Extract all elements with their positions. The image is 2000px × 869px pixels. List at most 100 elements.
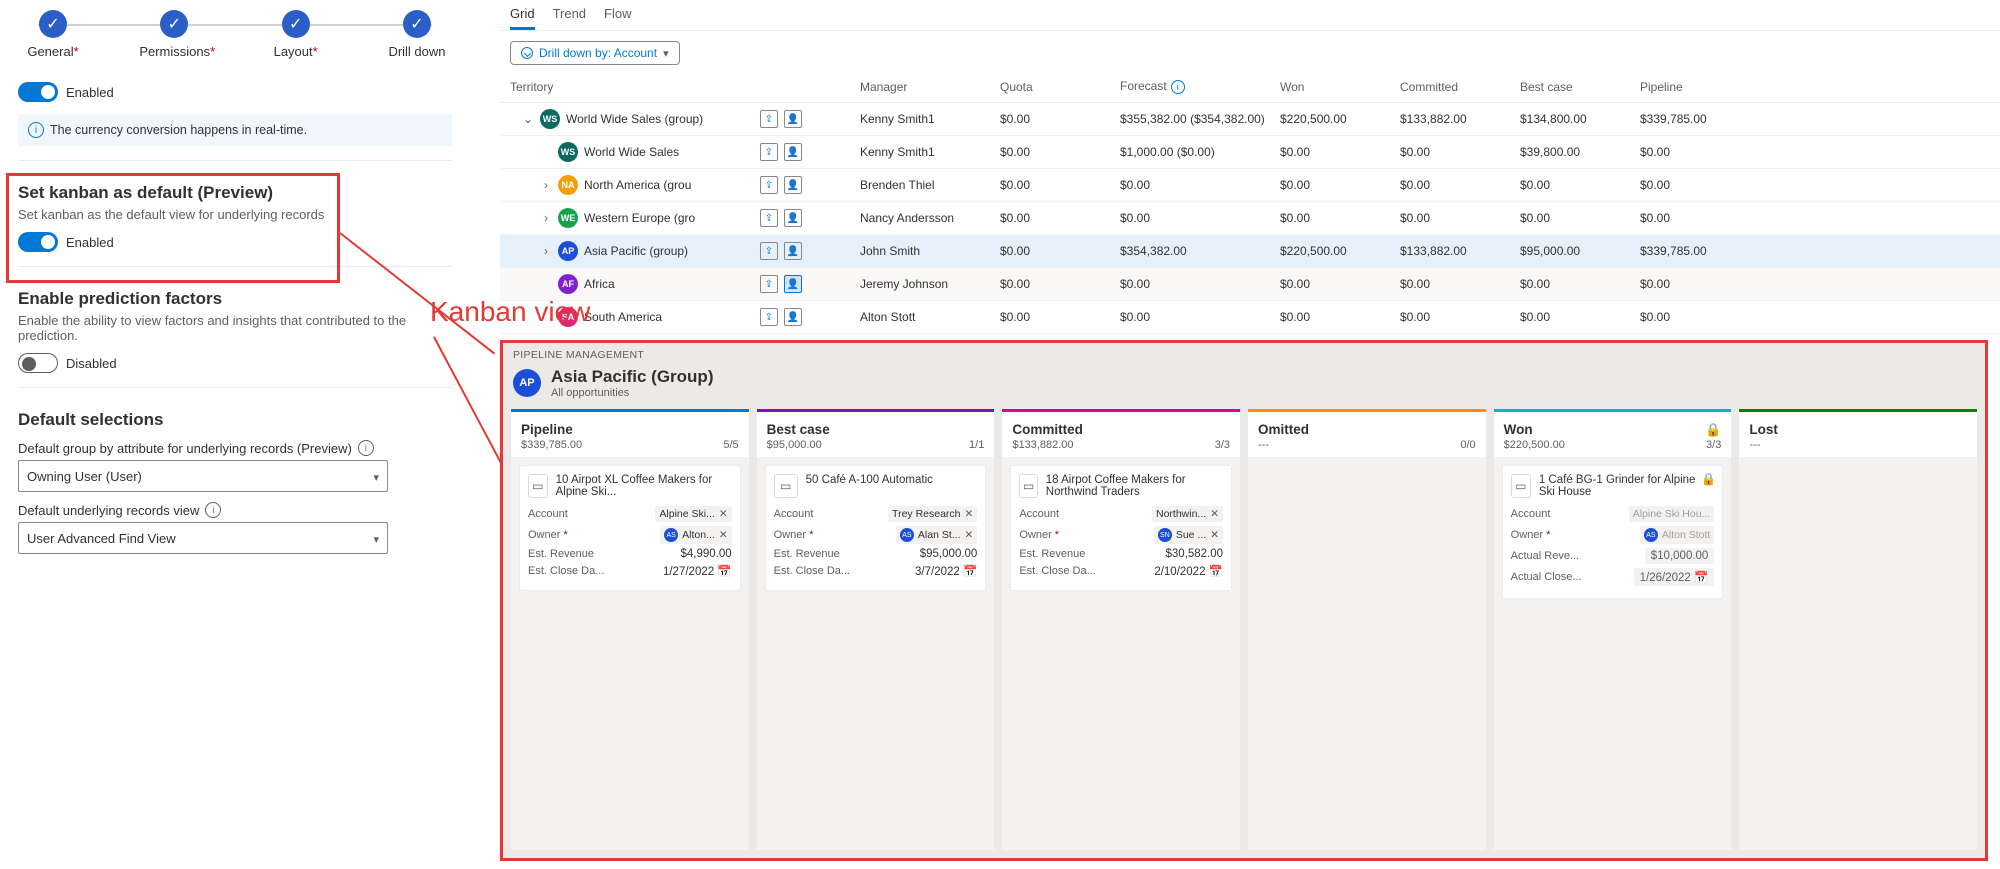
opportunity-icon: ▭ xyxy=(528,474,548,498)
committed-cell: $0.00 xyxy=(1400,145,1520,159)
remove-icon[interactable]: ✕ xyxy=(1210,508,1219,520)
tab-grid[interactable]: Grid xyxy=(510,6,535,30)
user-icon[interactable]: 👤 xyxy=(784,176,802,194)
share-icon[interactable]: ⇪ xyxy=(760,242,778,260)
drilldown-button[interactable]: Drill down by: Account xyxy=(510,41,680,65)
remove-icon[interactable]: ✕ xyxy=(965,508,974,520)
grid-row[interactable]: ›WEWestern Europe (gro⇪👤Nancy Andersson$… xyxy=(500,202,2000,235)
prediction-toggle[interactable] xyxy=(18,353,58,373)
committed-cell: $0.00 xyxy=(1400,277,1520,291)
user-icon[interactable]: 👤 xyxy=(784,275,802,293)
won-cell: $0.00 xyxy=(1280,178,1400,192)
manager-cell: Alton Stott xyxy=(860,310,1000,324)
remove-icon[interactable]: ✕ xyxy=(719,508,728,520)
close-value: 1/27/2022 📅 xyxy=(663,564,732,578)
info-icon[interactable]: i xyxy=(358,440,374,456)
info-icon[interactable]: i xyxy=(205,502,221,518)
expand-icon[interactable]: ⌄ xyxy=(522,112,534,126)
wizard-step-permissions[interactable]: ✓Permissions* xyxy=(139,10,209,68)
lane-body[interactable] xyxy=(1248,457,1486,850)
user-icon[interactable]: 👤 xyxy=(784,110,802,128)
settings-panel: ✓General* ✓Permissions* ✓Layout* ✓Drill dow… xyxy=(0,0,470,568)
manager-cell: Jeremy Johnson xyxy=(860,277,1000,291)
share-icon[interactable]: ⇪ xyxy=(760,209,778,227)
territory-name: Western Europe (gro xyxy=(584,211,695,225)
grid-row[interactable]: ⌄WSWorld Wide Sales (group)⇪👤Kenny Smith… xyxy=(500,103,2000,136)
kanban-card[interactable]: ▭18 Airpot Coffee Makers for Northwind T… xyxy=(1010,465,1232,591)
expand-icon[interactable] xyxy=(540,277,552,291)
lane-body[interactable]: ▭18 Airpot Coffee Makers for Northwind T… xyxy=(1002,457,1240,850)
remove-icon[interactable]: ✕ xyxy=(965,529,974,541)
records-view-dropdown[interactable]: User Advanced Find View xyxy=(18,522,388,554)
wizard-step-general[interactable]: ✓General* xyxy=(18,10,88,68)
kanban-card[interactable]: 🔒▭1 Café BG-1 Grinder for Alpine Ski Hou… xyxy=(1502,465,1724,599)
calendar-icon[interactable]: 📅 xyxy=(963,566,977,578)
kanban-card[interactable]: ▭10 Airpot XL Coffee Makers for Alpine S… xyxy=(519,465,741,591)
groupby-dropdown[interactable]: Owning User (User) xyxy=(18,460,388,492)
user-icon[interactable]: 👤 xyxy=(784,242,802,260)
territory-cell: ›WEWestern Europe (gro xyxy=(510,208,760,228)
remove-icon[interactable]: ✕ xyxy=(1210,529,1219,541)
bestcase-cell: $134,800.00 xyxy=(1520,112,1640,126)
kanban-default-title: Set kanban as default (Preview) xyxy=(18,183,452,203)
drilldown-icon xyxy=(521,47,533,59)
kanban-group-header: AP Asia Pacific (Group) All opportunitie… xyxy=(503,363,1985,409)
kanban-default-toggle[interactable] xyxy=(18,232,58,252)
owner-chip[interactable]: ASAlan St... ✕ xyxy=(896,526,977,544)
user-icon[interactable]: 👤 xyxy=(784,209,802,227)
expand-icon[interactable]: › xyxy=(540,244,552,258)
grid-row[interactable]: ›APAsia Pacific (group)⇪👤John Smith$0.00… xyxy=(500,235,2000,268)
tab-trend[interactable]: Trend xyxy=(553,6,586,30)
pipeline-cell: $0.00 xyxy=(1640,145,1760,159)
lane-body[interactable]: ▭50 Café A-100 AutomaticAccountTrey Rese… xyxy=(757,457,995,850)
grid-row[interactable]: ›NANorth America (grou⇪👤Brenden Thiel$0.… xyxy=(500,169,2000,202)
tab-flow[interactable]: Flow xyxy=(604,6,631,30)
avatar-icon: SN xyxy=(1158,528,1172,542)
wizard-step-layout[interactable]: ✓Layout* xyxy=(261,10,331,68)
chevron-down-icon xyxy=(663,46,669,60)
account-chip[interactable]: Northwin... ✕ xyxy=(1152,506,1223,522)
calendar-icon[interactable]: 📅 xyxy=(1209,566,1223,578)
owner-chip[interactable]: ASAlton... ✕ xyxy=(660,526,732,544)
quota-cell: $0.00 xyxy=(1000,277,1120,291)
owner-chip[interactable]: SNSue ... ✕ xyxy=(1154,526,1223,544)
lane-body[interactable] xyxy=(1739,457,1977,850)
share-icon[interactable]: ⇪ xyxy=(760,308,778,326)
info-icon[interactable]: i xyxy=(1171,80,1185,94)
kanban-group-name: Asia Pacific (Group) xyxy=(551,367,713,387)
col-header: Manager xyxy=(860,80,1000,94)
row-actions: ⇪👤 xyxy=(760,242,860,260)
bestcase-cell: $0.00 xyxy=(1520,211,1640,225)
grid-row[interactable]: WSWorld Wide Sales⇪👤Kenny Smith1$0.00$1,… xyxy=(500,136,2000,169)
grid-row[interactable]: SASouth America⇪👤Alton Stott$0.00$0.00$0… xyxy=(500,301,2000,334)
remove-icon[interactable]: ✕ xyxy=(719,529,728,541)
opportunity-icon: ▭ xyxy=(1511,474,1531,498)
calendar-icon[interactable]: 📅 xyxy=(717,566,731,578)
drilldown-label: Drill down by: Account xyxy=(539,46,657,60)
manager-cell: John Smith xyxy=(860,244,1000,258)
kanban-group-sub: All opportunities xyxy=(551,387,713,399)
check-icon: ✓ xyxy=(39,10,67,38)
wizard-step-drill-down[interactable]: ✓Drill down xyxy=(382,10,452,68)
account-chip[interactable]: Alpine Ski... ✕ xyxy=(655,506,731,522)
grid-row[interactable]: AFAfrica⇪👤Jeremy Johnson$0.00$0.00$0.00$… xyxy=(500,268,2000,301)
expand-icon[interactable]: › xyxy=(540,211,552,225)
kanban-panel-title: PIPELINE MANAGEMENT xyxy=(503,343,1985,363)
share-icon[interactable]: ⇪ xyxy=(760,176,778,194)
lane-name: Lost xyxy=(1749,422,1967,437)
prediction-label: Disabled xyxy=(66,356,117,371)
expand-icon[interactable]: › xyxy=(540,178,552,192)
currency-enabled-toggle[interactable] xyxy=(18,82,58,102)
user-icon[interactable]: 👤 xyxy=(784,308,802,326)
share-icon[interactable]: ⇪ xyxy=(760,110,778,128)
expand-icon[interactable] xyxy=(540,145,552,159)
lane-count: 3/3 xyxy=(1706,439,1721,451)
share-icon[interactable]: ⇪ xyxy=(760,143,778,161)
bestcase-cell: $39,800.00 xyxy=(1520,145,1640,159)
share-icon[interactable]: ⇪ xyxy=(760,275,778,293)
user-icon[interactable]: 👤 xyxy=(784,143,802,161)
account-chip[interactable]: Trey Research ✕ xyxy=(888,506,977,522)
lane-body[interactable]: ▭10 Airpot XL Coffee Makers for Alpine S… xyxy=(511,457,749,850)
kanban-card[interactable]: ▭50 Café A-100 AutomaticAccountTrey Rese… xyxy=(765,465,987,591)
lane-body[interactable]: 🔒▭1 Café BG-1 Grinder for Alpine Ski Hou… xyxy=(1494,457,1732,850)
